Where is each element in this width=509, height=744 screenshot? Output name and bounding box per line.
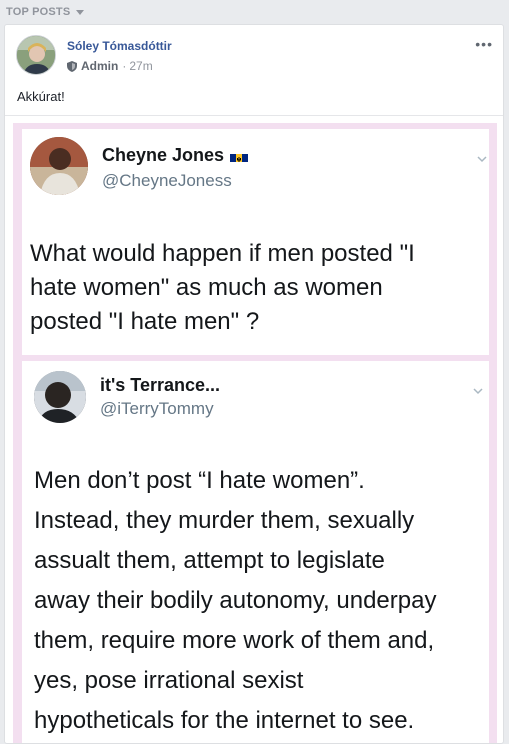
meta-separator: · xyxy=(122,59,127,73)
tweet-body-line: posted "I hate men" ? xyxy=(30,308,260,335)
tweet-body-line: hate women" as much as women xyxy=(30,274,383,301)
tweet-body: Men don’t post “I hate women”. Instead, … xyxy=(34,461,436,741)
tweet-body: What would happen if men posted "I hate … xyxy=(30,237,415,339)
caret-down-icon[interactable] xyxy=(76,9,85,15)
top-posts-label: TOP POSTS xyxy=(6,6,71,18)
admin-role-label: Admin xyxy=(81,59,119,73)
tweet-author-avatar xyxy=(34,371,86,423)
post-header: Sóley Tómasdóttir Admin · 27m ••• xyxy=(5,25,503,87)
tweet-card: Cheyne Jones @CheyneJoness What would ha… xyxy=(22,129,489,355)
tweet-body-line: What would happen if men posted "I xyxy=(30,240,415,267)
tweet-body-line: away their bodily autonomy, underpay xyxy=(34,587,437,614)
tweet-card: it's Terrance... @iTerryTommy Men don’t … xyxy=(22,361,489,743)
author-name[interactable]: Sóley Tómasdóttir xyxy=(67,39,172,53)
post-image[interactable]: Cheyne Jones @CheyneJoness What would ha… xyxy=(13,123,497,743)
barbados-flag-icon xyxy=(230,150,249,162)
tweet-body-line: them, require more work of them and, xyxy=(34,627,435,654)
tweet-body-line: hypotheticals for the internet to see. xyxy=(34,707,415,734)
tweet-author-handle: @iTerryTommy xyxy=(100,399,214,418)
post-card: Sóley Tómasdóttir Admin · 27m ••• Akkúra… xyxy=(4,24,504,744)
tweet-author-name: Cheyne Jones xyxy=(102,145,225,165)
admin-shield-icon xyxy=(67,60,77,72)
tweet-body-line: yes, pose irrational sexist xyxy=(34,667,304,694)
tweet-body-line: assualt them, attempt to legislate xyxy=(34,547,385,574)
top-posts-header[interactable]: TOP POSTS xyxy=(0,0,509,24)
ellipsis-icon[interactable]: ••• xyxy=(475,37,493,51)
tweet-author-name: it's Terrance... xyxy=(100,375,220,395)
chevron-down-icon xyxy=(473,388,483,395)
tweet-body-line: Instead, they murder them, sexually xyxy=(34,507,415,534)
tweet-body-line: Men don’t post “I hate women”. xyxy=(34,467,365,494)
author-avatar[interactable] xyxy=(16,35,56,75)
post-meta: Admin · 27m xyxy=(67,59,153,73)
tweet-author-name-row: it's Terrance... xyxy=(100,375,220,396)
tweet-author-avatar xyxy=(30,137,88,195)
tweet-author-handle: @CheyneJoness xyxy=(102,171,232,190)
tweet-author-name-row: Cheyne Jones xyxy=(102,145,249,166)
divider xyxy=(5,115,503,116)
post-timestamp[interactable]: 27m xyxy=(129,59,152,73)
chevron-down-icon xyxy=(477,156,487,163)
post-text: Akkúrat! xyxy=(17,89,65,104)
